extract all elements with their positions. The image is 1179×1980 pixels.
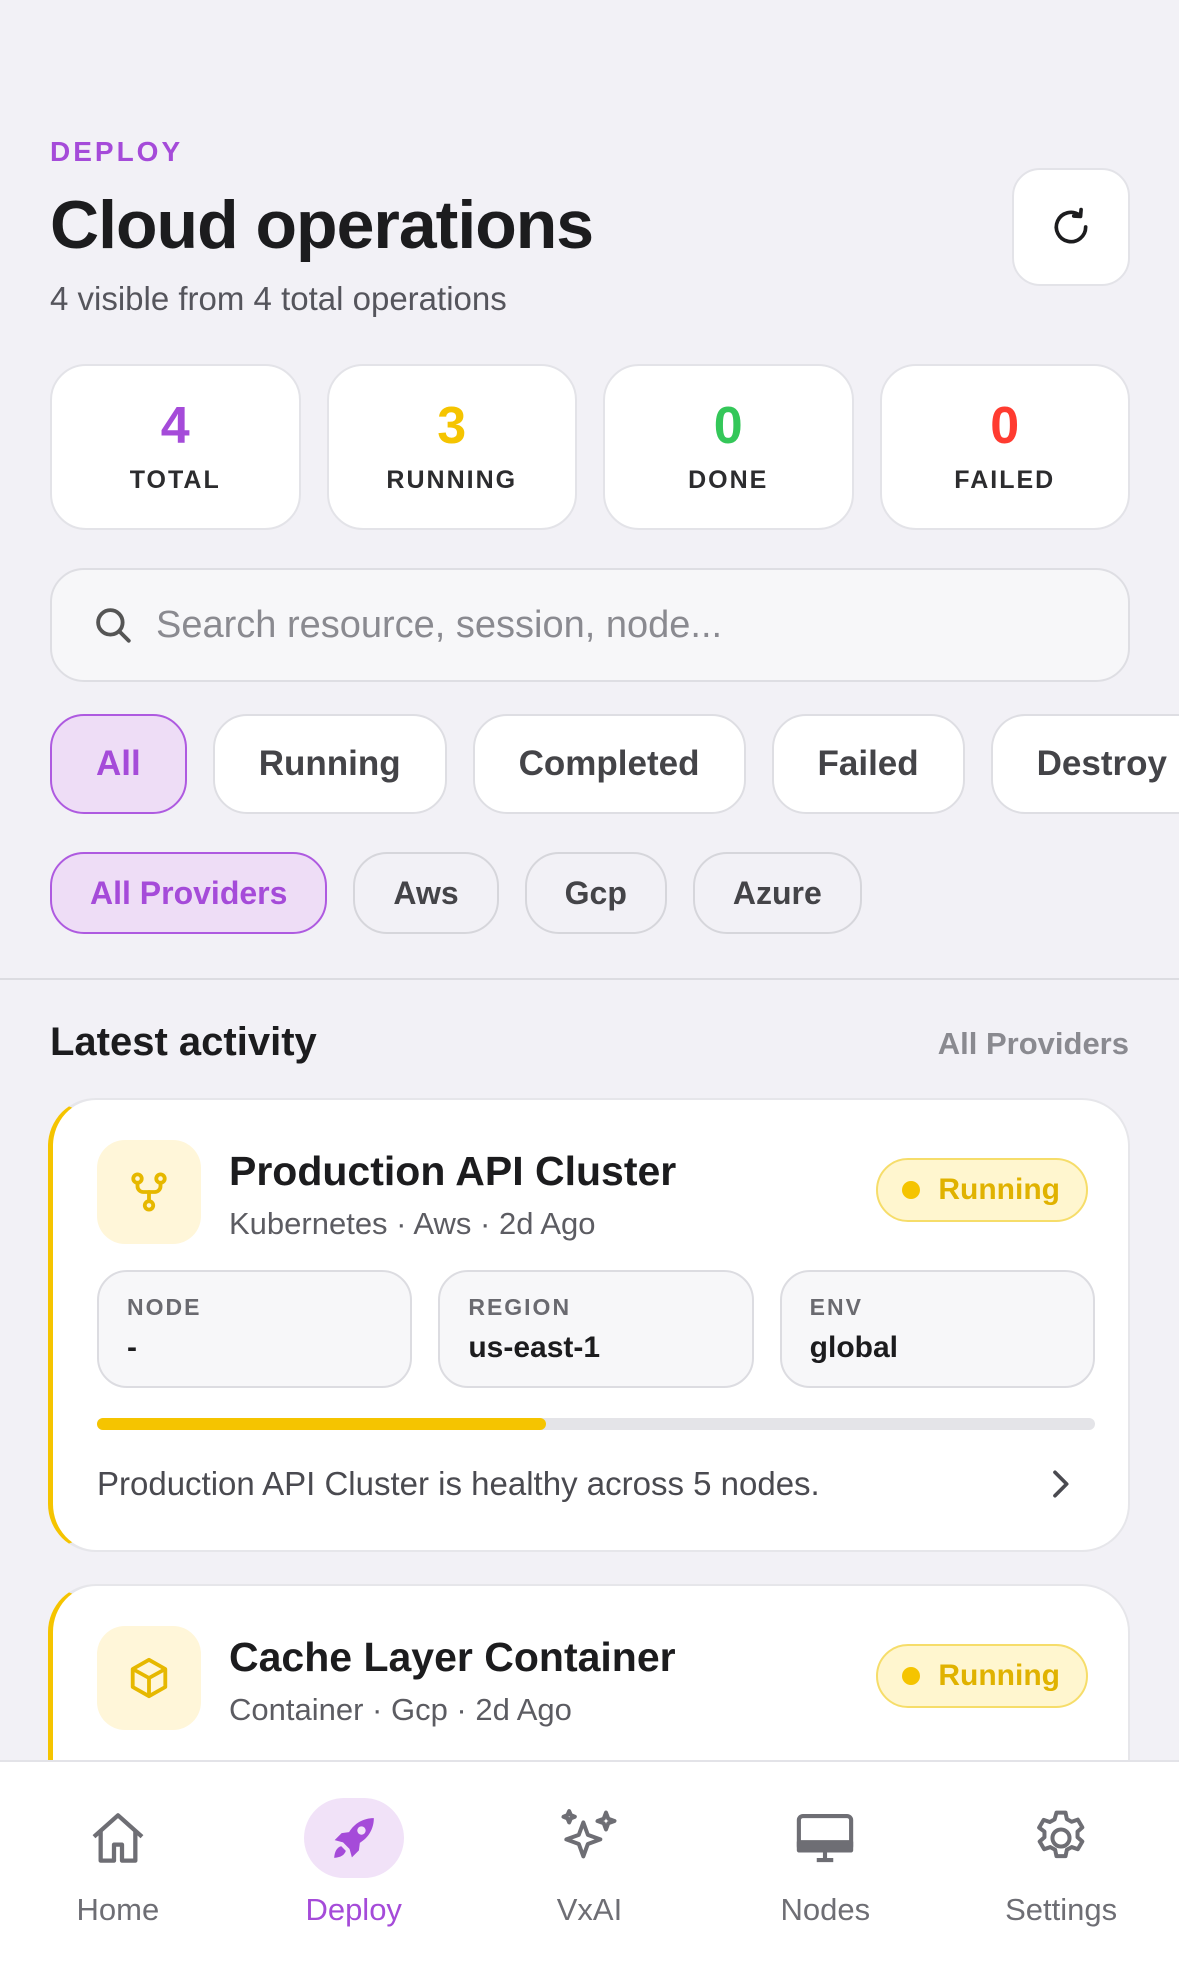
provider-chip-aws[interactable]: Aws: [353, 852, 499, 934]
tab-nodes[interactable]: Nodes: [707, 1762, 943, 1980]
stat-value: 4: [160, 396, 190, 455]
section-eyebrow: DEPLOY: [50, 136, 184, 167]
detail-label: ENV: [809, 1294, 863, 1320]
stat-failed[interactable]: 0 FAILED: [879, 364, 1130, 530]
stat-label: DONE: [688, 465, 769, 494]
detail-value: global: [809, 1331, 898, 1364]
tab-icon-wrap: [539, 1798, 639, 1878]
refresh-icon: [1054, 207, 1088, 244]
tab-label: Nodes: [780, 1892, 871, 1927]
tab-home[interactable]: Home: [0, 1762, 236, 1980]
detail-env: ENV global: [779, 1270, 1095, 1388]
status-dot: [902, 1667, 921, 1685]
search-input[interactable]: [156, 603, 1128, 647]
tab-label: Deploy: [305, 1892, 402, 1927]
provider-chip-gcp[interactable]: Gcp: [524, 852, 667, 934]
progress-bar: [97, 1418, 1095, 1430]
refresh-button[interactable]: [1012, 168, 1130, 286]
monitor-icon: [797, 1813, 854, 1863]
filter-chip-completed[interactable]: Completed: [472, 714, 746, 814]
activity-card[interactable]: Production API Cluster Kubernetes · Aws …: [48, 1098, 1130, 1552]
stat-running[interactable]: 3 RUNNING: [326, 364, 577, 530]
status-badge-label: Running: [938, 1659, 1060, 1692]
page-subtitle: 4 visible from 4 total operations: [50, 280, 507, 317]
card-details: NODE - REGION us-east-1 ENV global: [97, 1270, 1095, 1388]
detail-node: NODE -: [97, 1270, 413, 1388]
tab-icon-wrap: [303, 1798, 404, 1878]
kubernetes-fork-icon: [131, 1172, 167, 1212]
sparkles-icon: [562, 1809, 617, 1859]
stat-value: 0: [713, 396, 743, 455]
tab-icon-wrap: [68, 1798, 168, 1878]
status-badge-label: Running: [938, 1173, 1060, 1206]
activity-provider-filter[interactable]: All Providers: [938, 1026, 1129, 1062]
provider-chip-all[interactable]: All Providers: [50, 852, 328, 934]
stats-row: 4 TOTAL 3 RUNNING 0 DONE 0 FAILED: [50, 364, 1130, 530]
container-cube-icon: [130, 1657, 168, 1699]
tab-icon-wrap: [1011, 1798, 1111, 1878]
stat-label: TOTAL: [129, 465, 221, 494]
progress-fill: [97, 1418, 547, 1430]
tab-label: VxAI: [556, 1892, 623, 1927]
rocket-icon: [333, 1818, 374, 1858]
detail-region: REGION us-east-1: [438, 1270, 754, 1388]
stat-label: FAILED: [954, 465, 1056, 494]
card-title: Production API Cluster: [229, 1148, 677, 1194]
stat-done[interactable]: 0 DONE: [603, 364, 854, 530]
tab-settings[interactable]: Settings: [943, 1762, 1179, 1980]
stat-label: RUNNING: [386, 465, 518, 494]
filter-chip-destroy[interactable]: Destroy: [990, 714, 1179, 814]
provider-chip-azure[interactable]: Azure: [692, 852, 862, 934]
tab-vxai[interactable]: VxAI: [472, 1762, 708, 1980]
stat-value: 0: [990, 396, 1020, 455]
filter-chip-failed[interactable]: Failed: [771, 714, 965, 814]
stat-total[interactable]: 4 TOTAL: [50, 364, 301, 530]
status-badge: Running: [876, 1158, 1088, 1222]
gear-icon: [1037, 1810, 1085, 1859]
status-dot: [902, 1181, 921, 1199]
card-title: Cache Layer Container: [229, 1634, 676, 1680]
chevron-right-icon[interactable]: [1040, 1464, 1080, 1504]
card-description: Production API Cluster is healthy across…: [97, 1465, 820, 1502]
status-badge: Running: [876, 1644, 1088, 1708]
activity-title: Latest activity: [50, 1020, 317, 1064]
search-icon: [96, 608, 131, 643]
card-icon-box: [97, 1140, 201, 1244]
tab-deploy[interactable]: Deploy: [236, 1762, 472, 1980]
card-meta: Container · Gcp · 2d Ago: [229, 1692, 572, 1727]
search-bar[interactable]: [50, 568, 1130, 682]
page-title: Cloud operations: [50, 187, 594, 263]
tab-icon-wrap: [775, 1798, 875, 1878]
tab-label: Home: [76, 1892, 160, 1927]
stat-value: 3: [437, 396, 467, 455]
filter-chip-running[interactable]: Running: [212, 714, 447, 814]
detail-label: NODE: [127, 1294, 202, 1320]
detail-value: us-east-1: [468, 1331, 601, 1364]
detail-label: REGION: [468, 1294, 572, 1320]
filter-chip-all[interactable]: All: [50, 714, 187, 814]
card-meta: Kubernetes · Aws · 2d Ago: [229, 1206, 596, 1241]
bottom-tab-bar: Home Deploy VxAI Nodes Settings: [0, 1760, 1179, 1980]
tab-label: Settings: [1005, 1892, 1118, 1927]
home-icon: [92, 1813, 144, 1863]
provider-filter-row: All Providers Aws Gcp Azure: [50, 852, 862, 934]
detail-value: -: [127, 1331, 137, 1364]
status-filter-row: All Running Completed Failed Destroy: [50, 714, 1179, 814]
card-icon-box: [97, 1626, 201, 1730]
